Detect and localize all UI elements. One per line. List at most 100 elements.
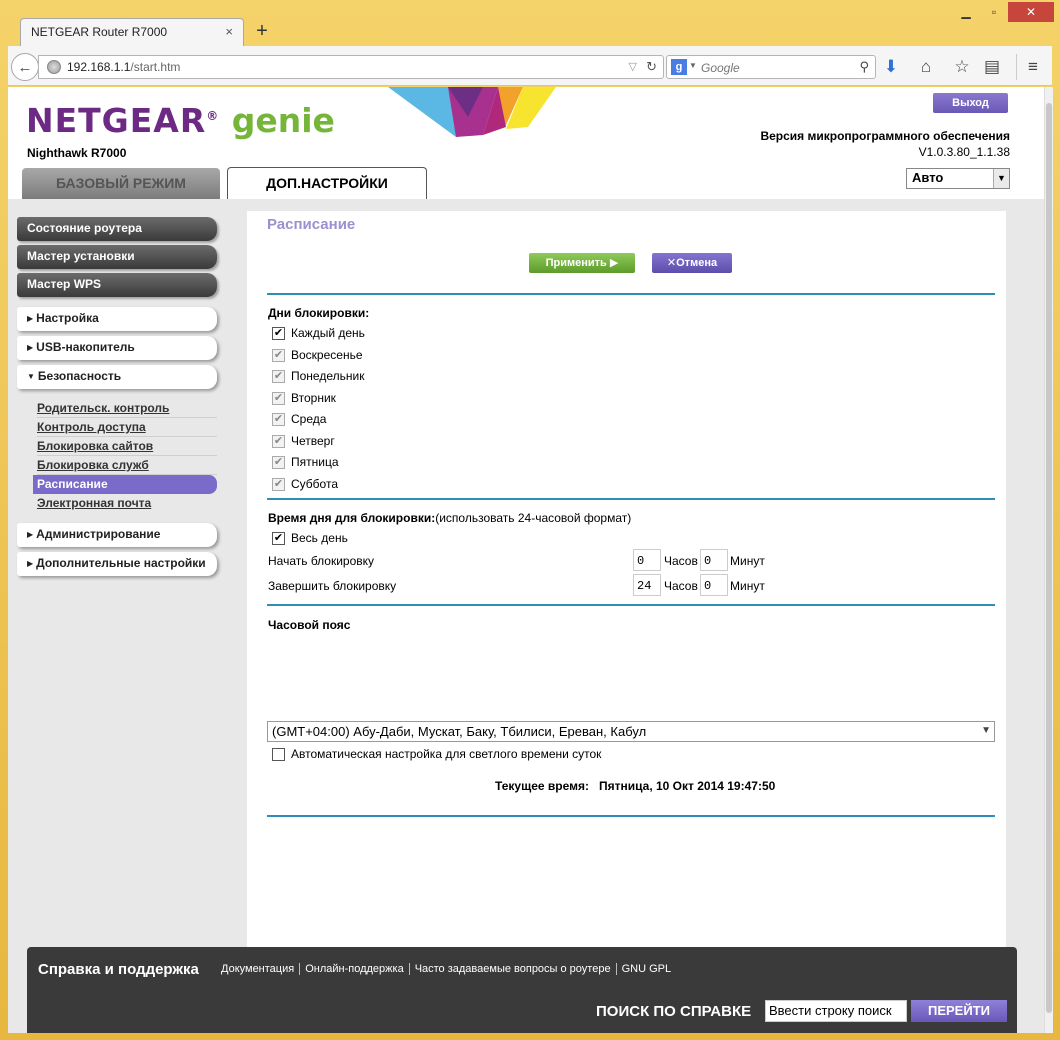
footer-link-gpl[interactable]: GNU GPL	[615, 963, 677, 975]
day-row: ✔ Суббота	[272, 477, 338, 491]
collapse-arrow-icon: ▼	[27, 372, 35, 381]
address-bar[interactable]: 192.168.1.1/start.htm ▽ ↻	[38, 55, 664, 79]
all-day-checkbox[interactable]: ✔	[272, 531, 285, 545]
end-minute-input[interactable]: 0	[700, 574, 728, 596]
search-icon[interactable]: ⚲	[859, 59, 869, 75]
home-icon[interactable]: ⌂	[915, 56, 937, 78]
play-icon: ▶	[609, 257, 619, 269]
sidebar-router-status[interactable]: Состояние роутера	[17, 217, 217, 241]
sidebar: Состояние роутера Мастер установки Масте…	[17, 217, 217, 581]
day-row: ✔ Вторник	[272, 391, 336, 405]
reload-icon[interactable]: ↻	[646, 59, 657, 75]
section-divider	[267, 293, 995, 295]
cancel-button[interactable]: ✕Отмена	[652, 253, 732, 273]
day-row: ✔ Четверг	[272, 434, 335, 448]
sidebar-setup-wizard[interactable]: Мастер установки	[17, 245, 217, 269]
wednesday-checkbox[interactable]: ✔	[272, 412, 285, 426]
cancel-label: Отмена	[676, 257, 718, 269]
help-search-label: ПОИСК ПО СПРАВКЕ	[596, 1003, 752, 1020]
brand-name: NETGEAR	[26, 101, 207, 140]
timezone-select[interactable]: (GMT+04:00) Абу-Даби, Мускат, Баку, Тбил…	[267, 721, 995, 742]
hours-unit-label: Часов	[664, 579, 698, 593]
logout-button[interactable]: Выход	[933, 93, 1008, 113]
monday-checkbox[interactable]: ✔	[272, 369, 285, 383]
start-hour-input[interactable]: 0	[633, 549, 661, 571]
tab-basic-mode[interactable]: БАЗОВЫЙ РЕЖИМ	[22, 168, 220, 199]
menu-icon[interactable]: ≡	[1022, 56, 1044, 78]
footer-link-documentation[interactable]: Документация	[221, 963, 299, 975]
section-divider	[267, 498, 995, 500]
download-icon[interactable]: ⬇	[880, 56, 902, 78]
start-minute-input[interactable]: 0	[700, 549, 728, 571]
apply-button[interactable]: Применить ▶	[529, 253, 635, 273]
sidebar-item-parental-control[interactable]: Родительск. контроль	[37, 399, 217, 418]
bookmarks-list-icon[interactable]: ▤	[981, 56, 1003, 78]
browser-search-bar[interactable]: g ▼ Google ⚲	[666, 55, 876, 79]
new-tab-button[interactable]: +	[250, 20, 274, 43]
current-time-label: Текущее время:	[495, 779, 589, 793]
engine-dropdown-icon[interactable]: ▼	[689, 61, 697, 70]
start-block-label: Начать блокировку	[268, 554, 375, 568]
help-search-input[interactable]: Ввести строку поиск	[765, 1000, 907, 1022]
day-row: ✔ Пятница	[272, 455, 339, 469]
page-scrollbar[interactable]	[1044, 87, 1053, 1033]
sidebar-administration[interactable]: ▶ Администрирование	[17, 523, 217, 547]
every-day-row: ✔ Каждый день	[272, 326, 365, 340]
brand-genie: genie	[231, 101, 335, 140]
help-footer: Справка и поддержка Документация Онлайн-…	[27, 947, 1017, 1033]
footer-link-faq[interactable]: Часто задаваемые вопросы о роутере	[408, 963, 616, 975]
tab-close-icon[interactable]: ×	[225, 24, 233, 39]
saturday-checkbox[interactable]: ✔	[272, 477, 285, 491]
tuesday-checkbox[interactable]: ✔	[272, 391, 285, 405]
help-go-button[interactable]: ПЕРЕЙТИ	[911, 1000, 1007, 1022]
url-path: /start.htm	[130, 60, 181, 74]
sidebar-item-block-sites[interactable]: Блокировка сайтов	[37, 437, 217, 456]
back-button[interactable]: ←	[11, 53, 39, 81]
sidebar-wps-wizard[interactable]: Мастер WPS	[17, 273, 217, 297]
dst-row: Автоматическая настройка для светлого вр…	[272, 747, 601, 761]
close-icon: ✕	[666, 257, 677, 269]
dst-checkbox[interactable]	[272, 747, 285, 761]
sidebar-usb-label: USB-накопитель	[36, 340, 135, 354]
end-block-label: Завершить блокировку	[268, 579, 397, 593]
tab-advanced-settings[interactable]: ДОП.НАСТРОЙКИ	[227, 167, 427, 199]
day-label: Четверг	[291, 434, 335, 448]
end-hour-input[interactable]: 24	[633, 574, 661, 596]
day-row: ✔ Среда	[272, 412, 326, 426]
firmware-label: Версия микропрограммного обеспечения	[760, 129, 1010, 143]
footer-links: Документация Онлайн-поддержка Часто зада…	[221, 963, 676, 975]
sidebar-item-email[interactable]: Электронная почта	[37, 494, 217, 513]
every-day-checkbox[interactable]: ✔	[272, 326, 285, 340]
firmware-version: V1.0.3.80_1.1.38	[918, 145, 1010, 159]
day-label: Вторник	[291, 391, 336, 405]
toolbar-divider	[1016, 54, 1017, 80]
thursday-checkbox[interactable]: ✔	[272, 434, 285, 448]
dropdown-arrow-icon[interactable]: ▽	[629, 60, 637, 73]
footer-link-online-support[interactable]: Онлайн-поддержка	[299, 963, 408, 975]
minutes-unit-label: Минут	[730, 554, 765, 568]
sidebar-usb-storage[interactable]: ▶ USB-накопитель	[17, 336, 217, 360]
browser-tab[interactable]: NETGEAR Router R7000 ×	[20, 18, 244, 46]
help-support-title: Справка и поддержка	[38, 961, 199, 978]
google-icon[interactable]: g	[671, 59, 687, 75]
sidebar-item-block-services[interactable]: Блокировка служб	[37, 456, 217, 475]
language-select[interactable]: Авто ▼	[906, 168, 1010, 189]
sidebar-security[interactable]: ▼ Безопасность	[17, 365, 217, 389]
friday-checkbox[interactable]: ✔	[272, 455, 285, 469]
expand-arrow-icon: ▶	[27, 314, 34, 323]
day-label: Пятница	[291, 455, 339, 469]
sunday-checkbox[interactable]: ✔	[272, 348, 285, 362]
sidebar-advanced-setup[interactable]: ▶ Дополнительные настройки	[17, 552, 217, 576]
bookmark-star-icon[interactable]: ☆	[951, 56, 973, 78]
sidebar-security-label: Безопасность	[37, 369, 122, 383]
sidebar-setup[interactable]: ▶ Настройка	[17, 307, 217, 331]
scrollbar-thumb[interactable]	[1046, 103, 1052, 1013]
blocking-time-note: (использовать 24-часовой формат)	[435, 511, 632, 525]
window-frame: ▁ ▫ ✕ NETGEAR Router R7000 × + ← 192.168…	[0, 0, 1060, 1040]
blocking-days-heading: Дни блокировки:	[268, 306, 370, 320]
timezone-value: (GMT+04:00) Абу-Даби, Мускат, Баку, Тбил…	[272, 724, 647, 739]
sidebar-item-access-control[interactable]: Контроль доступа	[37, 418, 217, 437]
sidebar-admin-label: Администрирование	[36, 527, 161, 541]
all-day-row: ✔ Весь день	[272, 531, 348, 545]
sidebar-item-schedule[interactable]: Расписание	[33, 475, 217, 494]
